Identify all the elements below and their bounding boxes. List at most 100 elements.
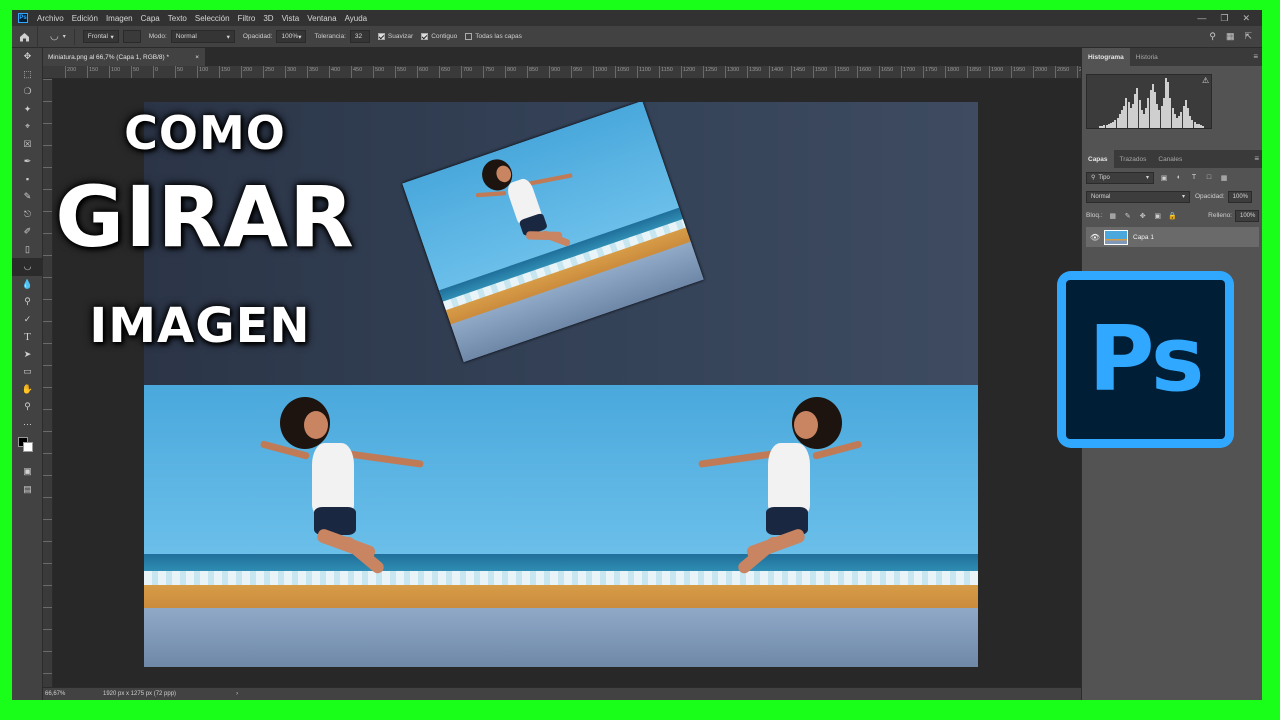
lock-paint-icon[interactable]: ✎ bbox=[1123, 212, 1133, 220]
document-tab[interactable]: Miniatura.png al 66,7% (Capa 1, RGB/8) *… bbox=[43, 48, 205, 66]
divider bbox=[73, 28, 75, 45]
ruler-tick bbox=[43, 277, 52, 278]
rectangle-tool-icon[interactable]: ▭ bbox=[12, 363, 43, 381]
restore-icon[interactable]: ❐ bbox=[1220, 13, 1228, 24]
share-icon[interactable]: ⇱ bbox=[1244, 31, 1252, 42]
filter-search-icon: ⚲ bbox=[1091, 175, 1096, 181]
ps-app-icon: Ps bbox=[18, 13, 28, 23]
quick-select-tool-icon[interactable]: ✦ bbox=[12, 101, 43, 119]
filter-smart-icon[interactable]: ▦ bbox=[1219, 174, 1229, 182]
zoom-tool-icon[interactable]: ⚲ bbox=[12, 398, 43, 416]
opacity-input[interactable]: 100% ▾ bbox=[276, 30, 307, 43]
menu-filtro[interactable]: Filtro bbox=[234, 14, 260, 23]
ruler-tick: 900 bbox=[549, 66, 560, 78]
menu-edicion[interactable]: Edición bbox=[68, 14, 102, 23]
lasso-tool-icon[interactable]: ❍ bbox=[12, 83, 43, 101]
layer-opacity-input[interactable]: 100% bbox=[1227, 190, 1252, 203]
source-select[interactable]: Frontal ▾ bbox=[82, 30, 119, 43]
layer-filter-select[interactable]: ⚲ Tipo ▾ bbox=[1086, 171, 1154, 184]
menu-vista[interactable]: Vista bbox=[278, 14, 304, 23]
tab-capas[interactable]: Capas bbox=[1082, 150, 1114, 168]
status-menu-arrow[interactable]: › bbox=[236, 691, 238, 697]
zoom-level[interactable]: 66,67% bbox=[43, 691, 93, 697]
layer-item[interactable]: 👁 Capa 1 bbox=[1086, 227, 1259, 247]
ruler-tick bbox=[43, 585, 52, 586]
ruler-tick: 1700 bbox=[901, 66, 915, 78]
filter-shape-icon[interactable]: □ bbox=[1204, 174, 1214, 181]
ruler-tick: 300 bbox=[285, 66, 296, 78]
lock-transparent-icon[interactable]: ▦ bbox=[1108, 212, 1118, 220]
color-swatches[interactable] bbox=[12, 433, 42, 463]
all-layers-checkbox[interactable] bbox=[465, 33, 473, 40]
background-color[interactable] bbox=[23, 442, 33, 452]
lock-label: Bloq.: bbox=[1086, 212, 1103, 219]
menu-ventana[interactable]: Ventana bbox=[303, 14, 340, 23]
ruler-tick: 850 bbox=[527, 66, 538, 78]
ruler-tick bbox=[43, 321, 52, 322]
search-icon[interactable]: ⚲ bbox=[1209, 31, 1216, 42]
menu-seleccion[interactable]: Selección bbox=[191, 14, 234, 23]
pen-tool-icon[interactable]: ✓ bbox=[12, 311, 43, 329]
lock-all-icon[interactable]: 🔒 bbox=[1168, 212, 1178, 220]
fill-input[interactable]: 100% bbox=[1235, 209, 1259, 222]
lock-artboard-icon[interactable]: ▣ bbox=[1153, 212, 1163, 220]
brush-tool-icon[interactable]: ✎ bbox=[12, 188, 43, 206]
pattern-swatch[interactable] bbox=[122, 30, 141, 43]
paint-bucket-preset[interactable]: ◡ ▾ bbox=[50, 31, 66, 42]
menu-3d[interactable]: 3D bbox=[259, 14, 277, 23]
filter-type-icon[interactable]: T bbox=[1189, 174, 1199, 181]
ruler-tick bbox=[43, 607, 52, 608]
close-icon[interactable]: ✕ bbox=[1242, 13, 1250, 24]
ruler-tick: 600 bbox=[417, 66, 428, 78]
quick-mask-icon[interactable]: ▣ bbox=[12, 463, 43, 481]
tolerance-input[interactable]: 32 bbox=[349, 30, 370, 43]
filter-pixel-icon[interactable]: ▣ bbox=[1159, 174, 1169, 182]
contiguous-checkbox[interactable] bbox=[421, 33, 429, 40]
tab-close-icon[interactable]: × bbox=[195, 54, 199, 61]
filter-adjust-icon[interactable]: ◐ bbox=[1174, 174, 1184, 181]
warning-icon[interactable]: ⚠ bbox=[1202, 76, 1209, 85]
title-word-imagen: IMAGEN bbox=[89, 298, 311, 354]
more-tools-icon[interactable]: ⋯ bbox=[12, 416, 43, 434]
panel-menu-icon[interactable]: ≡ bbox=[1253, 52, 1258, 61]
blend-mode-select[interactable]: Normal ▾ bbox=[1086, 190, 1190, 203]
ruler-tick: 200 bbox=[65, 66, 76, 78]
menu-capa[interactable]: Capa bbox=[137, 14, 164, 23]
ruler-tick: 1100 bbox=[637, 66, 651, 78]
history-brush-tool-icon[interactable]: ✐ bbox=[12, 223, 43, 241]
path-select-tool-icon[interactable]: ➤ bbox=[12, 346, 43, 364]
eyedropper-tool-icon[interactable]: ✒ bbox=[12, 153, 43, 171]
type-tool-icon[interactable]: T bbox=[12, 328, 43, 346]
menu-archivo[interactable]: Archivo bbox=[33, 14, 68, 23]
workspace-icon[interactable]: ▦ bbox=[1226, 31, 1235, 42]
ruler-tick bbox=[43, 343, 52, 344]
minimize-icon[interactable]: — bbox=[1197, 13, 1206, 24]
smooth-checkbox[interactable] bbox=[377, 33, 385, 40]
eye-icon[interactable]: 👁 bbox=[1086, 233, 1104, 242]
lock-move-icon[interactable]: ✥ bbox=[1138, 212, 1148, 220]
tab-canales[interactable]: Canales bbox=[1152, 150, 1188, 168]
layer-name[interactable]: Capa 1 bbox=[1133, 234, 1154, 241]
frame-tool-icon[interactable]: ☒ bbox=[12, 136, 43, 154]
menu-imagen[interactable]: Imagen bbox=[102, 14, 137, 23]
dodge-tool-icon[interactable]: ⚲ bbox=[12, 293, 43, 311]
home-button[interactable] bbox=[12, 25, 38, 48]
healing-tool-icon[interactable]: ▪ bbox=[12, 171, 43, 189]
blur-tool-icon[interactable]: 💧 bbox=[12, 276, 43, 294]
mode-select[interactable]: Normal ▾ bbox=[170, 30, 235, 43]
marquee-tool-icon[interactable]: ⬚ bbox=[12, 66, 43, 84]
menu-ayuda[interactable]: Ayuda bbox=[341, 14, 372, 23]
move-tool-icon[interactable]: ✥ bbox=[12, 48, 43, 66]
tab-histograma[interactable]: Histograma bbox=[1082, 48, 1130, 66]
paint-bucket-tool-icon[interactable]: ◡ bbox=[12, 258, 43, 276]
ruler-tick bbox=[43, 497, 52, 498]
tab-historia[interactable]: Historia bbox=[1130, 48, 1164, 66]
hand-tool-icon[interactable]: ✋ bbox=[12, 381, 43, 399]
stamp-tool-icon[interactable]: ⎋ bbox=[12, 206, 43, 224]
panel-menu-icon[interactable]: ≡ bbox=[1254, 154, 1259, 163]
screen-mode-icon[interactable]: ▤ bbox=[12, 481, 43, 499]
menu-texto[interactable]: Texto bbox=[164, 14, 191, 23]
crop-tool-icon[interactable]: ⌖ bbox=[12, 118, 43, 136]
tab-trazados[interactable]: Trazados bbox=[1114, 150, 1153, 168]
eraser-tool-icon[interactable]: ▯ bbox=[12, 241, 43, 259]
